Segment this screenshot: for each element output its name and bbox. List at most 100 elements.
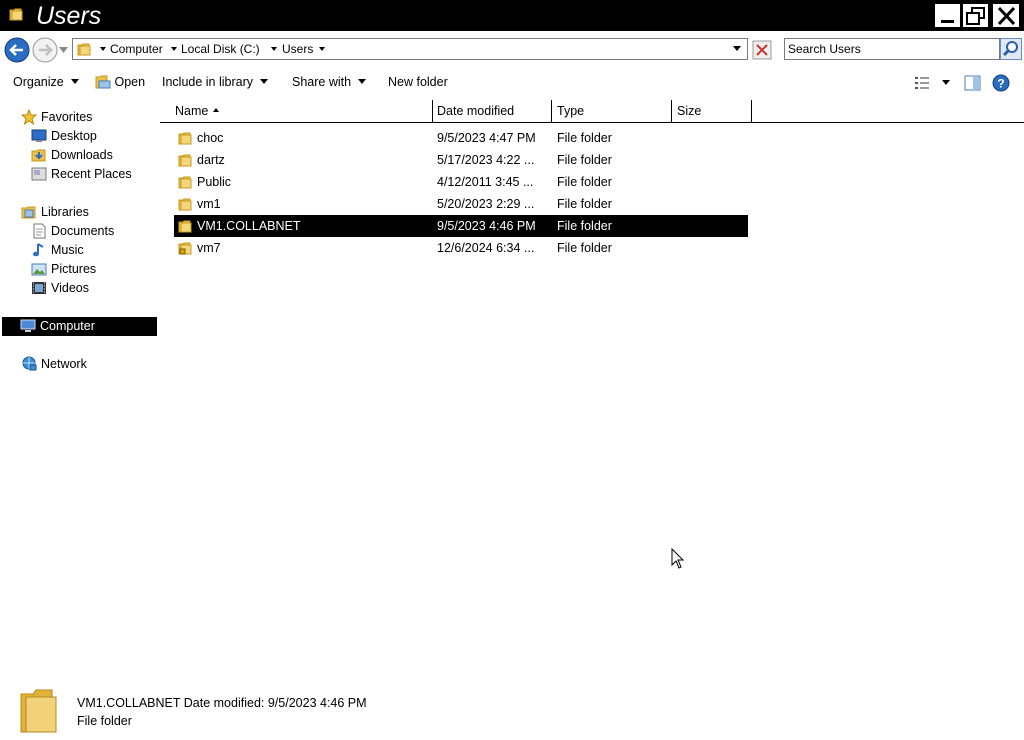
star-icon [21,109,37,125]
open-icon [95,75,111,89]
restore-button[interactable] [962,3,989,28]
folder-icon [178,176,192,189]
libraries-icon [21,206,36,219]
sort-ascending-icon [213,108,220,112]
navigation-pane: Favorites Desktop Downloads Recent Place… [0,97,160,680]
details-date-label: Date modified: [183,696,265,710]
network-icon [22,356,37,371]
preview-pane-icon[interactable] [964,75,981,91]
nav-documents-label: Documents [51,224,115,238]
column-type[interactable]: Type [552,100,672,122]
file-row[interactable]: Public 4/12/2011 3:45 ... File folder [174,171,748,193]
folder-icon [77,43,91,56]
details-name: VM1.COLLABNET [77,696,181,710]
command-bar: Organize Open Include in library Share w… [0,68,1024,97]
file-type: File folder [557,197,612,211]
nav-desktop-label: Desktop [51,129,97,143]
file-row[interactable]: vm7 12/6/2024 6:34 ... File folder [174,237,748,259]
folder-icon [9,8,23,21]
new-folder-button[interactable]: New folder [388,75,448,90]
file-type: File folder [557,153,612,167]
file-type: File folder [557,175,612,189]
include-in-library-label: Include in library [162,75,254,89]
search-icon[interactable] [1000,38,1022,60]
address-dropdown-icon[interactable] [733,46,741,51]
search-input[interactable] [788,40,988,58]
share-with-button[interactable]: Share with [292,75,367,90]
file-row-selected[interactable]: VM1.COLLABNET 9/5/2023 4:46 PM File fold… [174,215,748,237]
chevron-down-icon [260,79,269,84]
nav-computer[interactable]: Computer [2,317,157,336]
file-name: vm1 [197,197,221,211]
file-name: dartz [197,153,225,167]
open-button[interactable]: Open [95,75,145,90]
details-summary: VM1.COLLABNET Date modified: 9/5/2023 4:… [77,696,367,710]
nav-recent-places-label: Recent Places [51,167,132,181]
organize-label: Organize [13,75,64,89]
title-bar: Users [0,0,1024,31]
share-with-label: Share with [292,75,352,89]
file-type: File folder [557,219,612,233]
file-row[interactable]: choc 9/5/2023 4:47 PM File folder [174,127,748,149]
breadcrumb-arrow-icon[interactable] [319,47,325,51]
nav-music-label: Music [51,243,84,257]
breadcrumb-arrow-icon[interactable] [100,47,106,51]
column-date-modified-label: Date modified [437,104,515,118]
chevron-down-icon[interactable] [59,47,68,53]
chevron-down-icon[interactable] [942,80,950,85]
downloads-icon [31,149,46,162]
nav-network-label: Network [41,357,87,371]
file-name: VM1.COLLABNET [197,219,301,233]
column-header: Name Date modified Type Size [160,100,1024,123]
documents-icon [33,223,46,239]
breadcrumb-users[interactable]: Users [282,42,313,56]
details-type: File folder [77,714,132,728]
file-type: File folder [557,241,612,255]
nav-favorites-label: Favorites [41,110,93,124]
minimize-button[interactable] [934,3,961,28]
refresh-icon[interactable] [752,40,772,60]
column-type-label: Type [557,104,585,118]
organize-button[interactable]: Organize [13,75,79,90]
file-row[interactable]: vm1 5/20/2023 2:29 ... File folder [174,193,748,215]
breadcrumb-computer[interactable]: Computer [110,42,163,56]
file-date: 9/5/2023 4:46 PM [437,219,536,233]
computer-icon [20,319,36,332]
breadcrumb-local-disk[interactable]: Local Disk (C:) [181,42,260,56]
details-date-value: 9/5/2023 4:46 PM [267,696,367,710]
include-in-library-button[interactable]: Include in library [162,75,269,90]
view-options-icon[interactable] [914,76,930,90]
chevron-down-icon [358,79,367,84]
music-icon [33,243,44,257]
videos-icon [32,282,46,294]
file-date: 5/20/2023 2:29 ... [437,197,535,211]
help-icon[interactable]: ? [992,74,1010,92]
file-date: 4/12/2011 3:45 ... [437,175,534,189]
column-size-label: Size [677,104,702,118]
close-button[interactable] [992,3,1020,28]
search-box[interactable] [784,38,1000,60]
file-date: 9/5/2023 4:47 PM [437,131,536,145]
back-arrow-icon[interactable] [4,37,30,63]
address-box[interactable]: Computer Local Disk (C:) Users [72,38,748,60]
column-size[interactable]: Size [672,100,752,122]
new-folder-label: New folder [388,75,448,89]
pictures-icon [31,263,47,276]
file-type: File folder [557,131,612,145]
file-row[interactable]: dartz 5/17/2023 4:22 ... File folder [174,149,748,171]
forward-arrow-icon[interactable] [32,37,58,63]
file-list: Name Date modified Type Size choc 9/5/20… [160,97,1024,680]
breadcrumb-arrow-icon[interactable] [171,47,177,51]
file-name: choc [197,131,224,145]
breadcrumb-arrow-icon[interactable] [271,47,277,51]
column-name-label: Name [175,104,209,118]
svg-text:?: ? [997,77,1004,91]
file-date: 12/6/2024 6:34 ... [437,241,535,255]
column-date-modified[interactable]: Date modified [433,100,552,122]
column-name[interactable]: Name [160,100,433,122]
folder-icon [178,154,192,167]
file-date: 5/17/2023 4:22 ... [437,153,535,167]
open-label: Open [114,75,146,89]
nav-libraries-label: Libraries [41,205,89,219]
locked-folder-icon [178,242,192,255]
